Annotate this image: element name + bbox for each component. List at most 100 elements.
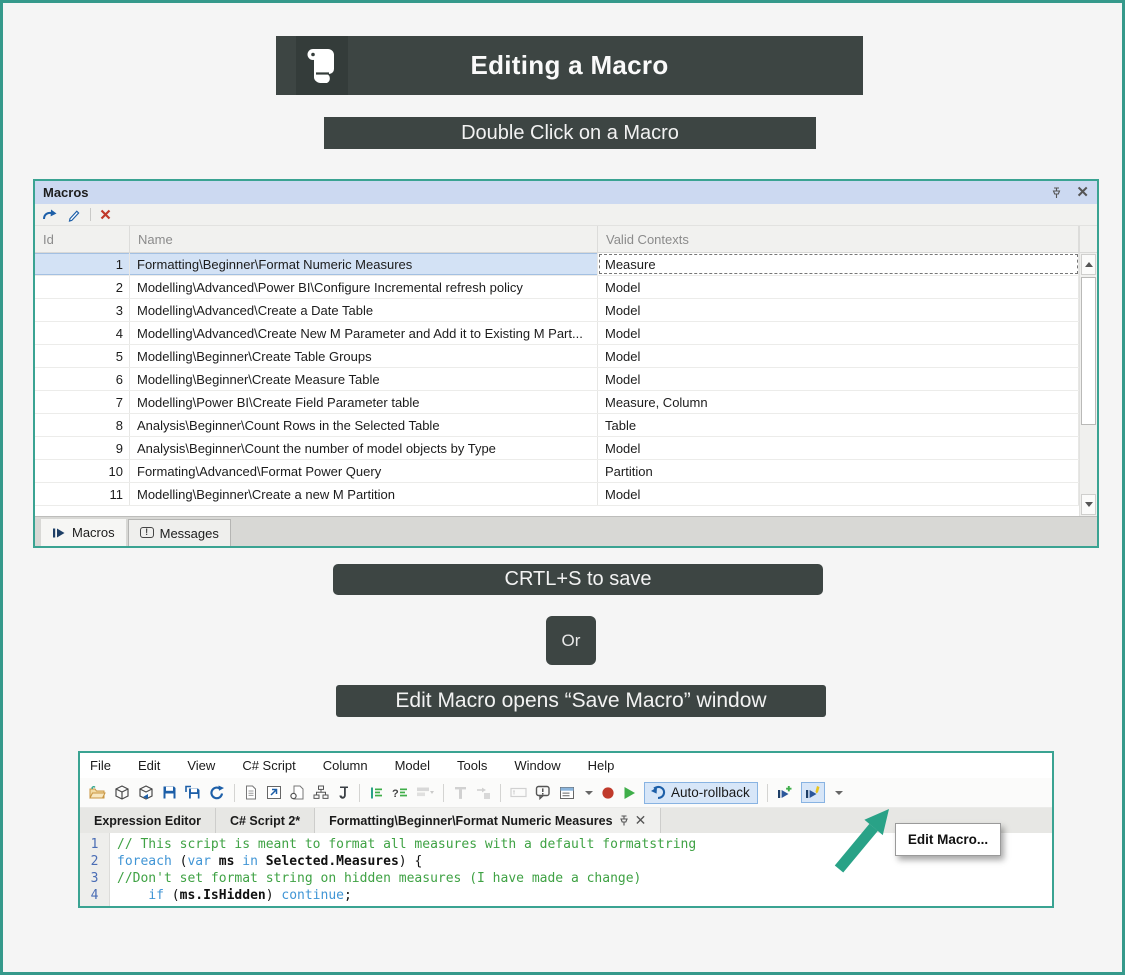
menu-help[interactable]: Help (588, 758, 615, 773)
hierarchy-icon[interactable] (313, 785, 329, 800)
dropdown-caret-icon[interactable] (585, 791, 593, 795)
script-icon[interactable] (337, 785, 350, 800)
cell-name[interactable]: Formatting\Beginner\Format Numeric Measu… (130, 253, 598, 275)
cell-id[interactable]: 5 (35, 345, 130, 367)
menu-file[interactable]: File (90, 758, 111, 773)
cell-ctx[interactable]: Partition (598, 460, 1079, 482)
macro-row-9[interactable]: 9Analysis\Beginner\Count the number of m… (35, 437, 1079, 460)
line-number: 4 (80, 887, 109, 904)
toolbar-separator (359, 784, 360, 802)
edit-macro-icon[interactable] (67, 208, 81, 222)
menu-tools[interactable]: Tools (457, 758, 487, 773)
cell-name[interactable]: Analysis\Beginner\Count Rows in the Sele… (130, 414, 598, 436)
macro-row-7[interactable]: 7Modelling\Power BI\Create Field Paramet… (35, 391, 1079, 414)
cell-ctx[interactable]: Model (598, 322, 1079, 344)
window-select-icon[interactable] (559, 786, 575, 800)
cell-id[interactable]: 3 (35, 299, 130, 321)
scroll-up-button[interactable] (1081, 254, 1096, 275)
cell-name[interactable]: Modelling\Power BI\Create Field Paramete… (130, 391, 598, 413)
cell-ctx[interactable]: Model (598, 276, 1079, 298)
macros-toolbar (35, 204, 1097, 226)
close-tab-icon[interactable]: ✕ (635, 812, 647, 829)
tab-messages[interactable]: ! Messages (128, 519, 231, 546)
cell-ctx[interactable]: Measure, Column (598, 391, 1079, 413)
cell-name[interactable]: Modelling\Beginner\Create Measure Table (130, 368, 598, 390)
cell-id[interactable]: 6 (35, 368, 130, 390)
macro-row-10[interactable]: 10Formating\Advanced\Format Power QueryP… (35, 460, 1079, 483)
macro-row-1[interactable]: 1Formatting\Beginner\Format Numeric Meas… (35, 253, 1079, 276)
open-model-icon[interactable] (114, 785, 130, 800)
cell-ctx[interactable]: Model (598, 299, 1079, 321)
cell-id[interactable]: 1 (35, 253, 130, 275)
menu-c-script[interactable]: C# Script (242, 758, 295, 773)
pin-icon[interactable] (619, 815, 629, 826)
cell-name[interactable]: Analysis\Beginner\Count the number of mo… (130, 437, 598, 459)
menu-model[interactable]: Model (395, 758, 430, 773)
format-query-icon[interactable]: ? (392, 786, 408, 800)
close-icon[interactable]: ✕ (1076, 185, 1089, 200)
new-script-icon[interactable] (244, 785, 258, 800)
macro-row-6[interactable]: 6Modelling\Beginner\Create Measure Table… (35, 368, 1079, 391)
scroll-down-button[interactable] (1081, 494, 1096, 515)
cell-id[interactable]: 11 (35, 483, 130, 505)
tab-macros[interactable]: Macros (41, 519, 126, 546)
column-header-id[interactable]: Id (35, 226, 130, 252)
cell-ctx[interactable]: Table (598, 414, 1079, 436)
macro-row-2[interactable]: 2Modelling\Advanced\Power BI\Configure I… (35, 276, 1079, 299)
macro-row-11[interactable]: 11Modelling\Beginner\Create a new M Part… (35, 483, 1079, 506)
save-icon[interactable] (162, 785, 177, 800)
macro-row-5[interactable]: 5Modelling\Beginner\Create Table GroupsM… (35, 345, 1079, 368)
cell-name[interactable]: Formating\Advanced\Format Power Query (130, 460, 598, 482)
cell-id[interactable]: 2 (35, 276, 130, 298)
play-icon[interactable] (623, 786, 636, 800)
code-line[interactable]: //Don't set format string on hidden meas… (117, 870, 1052, 887)
editor-tab[interactable]: Formatting\Beginner\Format Numeric Measu… (315, 808, 661, 833)
macro-row-4[interactable]: 4Modelling\Advanced\Create New M Paramet… (35, 322, 1079, 345)
new-macro-icon[interactable] (777, 785, 793, 800)
editor-tab[interactable]: Expression Editor (80, 808, 216, 833)
menu-view[interactable]: View (187, 758, 215, 773)
run-page-icon[interactable] (290, 785, 305, 800)
save-all-icon[interactable] (185, 785, 201, 800)
cell-ctx[interactable]: Model (598, 483, 1079, 505)
comment-icon[interactable] (535, 785, 551, 800)
auto-rollback-button[interactable]: Auto-rollback (644, 782, 758, 804)
cell-name[interactable]: Modelling\Advanced\Power BI\Configure In… (130, 276, 598, 298)
cell-ctx[interactable]: Model (598, 437, 1079, 459)
macro-row-8[interactable]: 8Analysis\Beginner\Count Rows in the Sel… (35, 414, 1079, 437)
column-header-name[interactable]: Name (130, 226, 598, 252)
cell-ctx[interactable]: Measure (598, 253, 1079, 275)
menu-edit[interactable]: Edit (138, 758, 160, 773)
edit-macro-button[interactable] (801, 782, 825, 803)
vertical-scrollbar[interactable] (1079, 253, 1097, 516)
cell-name[interactable]: Modelling\Beginner\Create a new M Partit… (130, 483, 598, 505)
open-model-from-db-icon[interactable] (138, 785, 154, 800)
scrollbar-thumb[interactable] (1081, 277, 1096, 425)
delete-macro-icon[interactable] (100, 209, 111, 220)
cell-id[interactable]: 4 (35, 322, 130, 344)
format-document-icon[interactable] (369, 786, 384, 800)
menu-window[interactable]: Window (514, 758, 560, 773)
refresh-icon[interactable] (209, 785, 225, 800)
cell-name[interactable]: Modelling\Advanced\Create a Date Table (130, 299, 598, 321)
open-file-icon[interactable] (89, 786, 106, 800)
cell-name[interactable]: Modelling\Advanced\Create New M Paramete… (130, 322, 598, 344)
cell-name[interactable]: Modelling\Beginner\Create Table Groups (130, 345, 598, 367)
form-icon[interactable] (266, 785, 282, 800)
menu-column[interactable]: Column (323, 758, 368, 773)
cell-id[interactable]: 10 (35, 460, 130, 482)
editor-tab[interactable]: C# Script 2* (216, 808, 315, 833)
cell-ctx[interactable]: Model (598, 368, 1079, 390)
macro-row-3[interactable]: 3Modelling\Advanced\Create a Date TableM… (35, 299, 1079, 322)
cell-id[interactable]: 8 (35, 414, 130, 436)
cell-id[interactable]: 7 (35, 391, 130, 413)
macro-dropdown-caret-icon[interactable] (835, 791, 843, 795)
cell-id[interactable]: 9 (35, 437, 130, 459)
record-icon[interactable] (601, 786, 615, 800)
run-macro-icon[interactable] (42, 208, 58, 221)
code-line[interactable]: if (ms.IsHidden) continue; (117, 887, 1052, 904)
pin-icon[interactable] (1051, 187, 1062, 199)
column-header-valid-contexts[interactable]: Valid Contexts (598, 226, 1079, 252)
column-insert-icon (453, 786, 468, 800)
cell-ctx[interactable]: Model (598, 345, 1079, 367)
